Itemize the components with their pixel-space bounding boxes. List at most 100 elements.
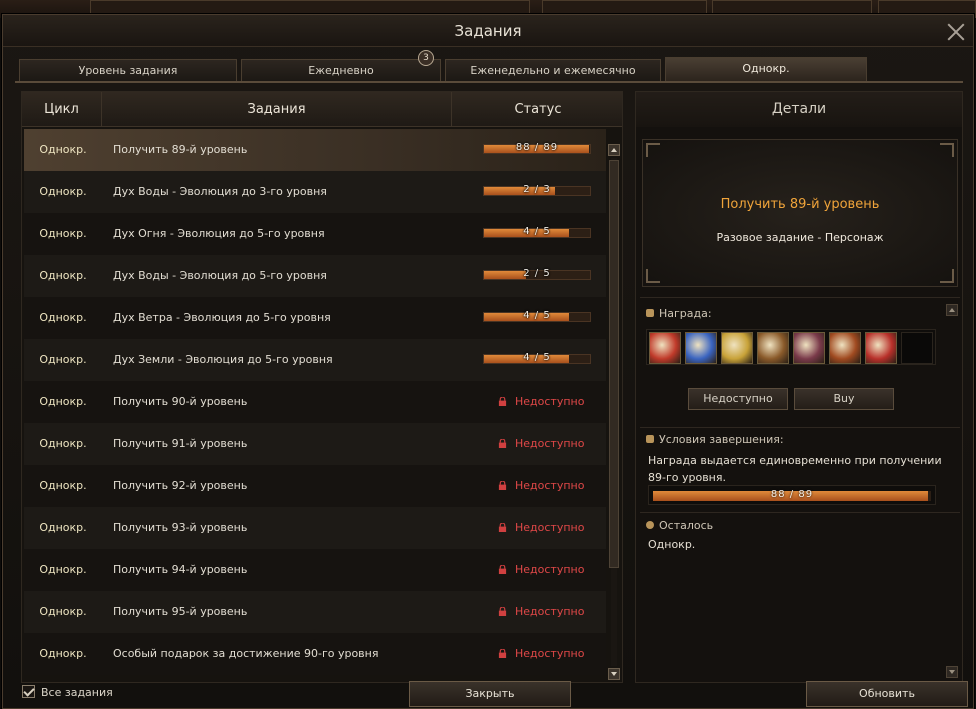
details-scroll-up-icon[interactable] xyxy=(946,304,958,316)
quest-name: Получить 93-й уровень xyxy=(113,521,248,534)
quest-row[interactable]: Однокр. Получить 93-й уровень Недоступно xyxy=(24,507,606,549)
tome-icon[interactable] xyxy=(829,332,861,364)
details-heading: Детали xyxy=(636,92,962,127)
locked-status: Недоступно xyxy=(498,591,584,633)
quest-name: Получить 94-й уровень xyxy=(113,563,248,576)
quest-name: Получить 90-й уровень xyxy=(113,395,248,408)
tab-daily[interactable]: Ежедневно 3 xyxy=(241,50,441,81)
header-status: Статус xyxy=(514,102,562,117)
close-icon[interactable] xyxy=(945,21,967,43)
remaining-label: Осталось xyxy=(646,519,713,532)
progress-text: 4 / 5 xyxy=(523,352,551,363)
pouch-icon xyxy=(646,309,654,317)
ornament-corner xyxy=(646,143,660,157)
quest-row[interactable]: Однокр. Получить 92-й уровень Недоступно xyxy=(24,465,606,507)
unavailable-button[interactable]: Недоступно xyxy=(688,388,788,410)
quest-progress-bar: 4 / 5 xyxy=(483,310,591,322)
quest-cycle: Однокр. xyxy=(39,227,87,240)
quest-cycle: Однокр. xyxy=(39,269,87,282)
remaining-value: Однокр. xyxy=(648,538,696,551)
quest-row[interactable]: Однокр. Получить 91-й уровень Недоступно xyxy=(24,423,606,465)
quest-row[interactable]: Однокр. Дух Земли - Эволюция до 5-го уров… xyxy=(24,339,606,381)
details-scroll-down-icon[interactable] xyxy=(946,666,958,678)
progress-text: 2 / 3 xyxy=(523,184,551,195)
progress-text: 2 / 5 xyxy=(523,268,551,279)
quest-row[interactable]: Однокр. Получить 94-й уровень Недоступно xyxy=(24,549,606,591)
details-panel: Детали Получить 89-й уровень Разовое зад… xyxy=(635,91,963,683)
close-button[interactable]: Закрыть xyxy=(409,681,571,707)
tab-underline xyxy=(15,81,963,83)
quest-cycle: Однокр. xyxy=(39,143,87,156)
quest-name: Дух Воды - Эволюция до 5-го уровня xyxy=(113,269,327,282)
tab-weekly-monthly[interactable]: Еженедельно и ежемесячно xyxy=(445,59,661,81)
notification-badge: 3 xyxy=(418,50,434,66)
locked-status: Недоступно xyxy=(498,423,584,465)
quest-row[interactable]: Однокр. Дух Ветра - Эволюция до 5-го уров… xyxy=(24,297,606,339)
quest-name: Получить 92-й уровень xyxy=(113,479,248,492)
quest-name: Получить 95-й уровень xyxy=(113,605,248,618)
conditions-text: Награда выдается единовременно при получ… xyxy=(648,454,942,484)
status-text: Недоступно xyxy=(515,605,585,618)
quest-cycle: Однокр. xyxy=(39,185,87,198)
reward-label: Награда: xyxy=(646,307,712,320)
status-text: Недоступно xyxy=(515,521,585,534)
quest-cycle: Однокр. xyxy=(39,437,87,450)
status-text: Недоступно xyxy=(515,437,585,450)
refresh-button[interactable]: Обновить xyxy=(806,681,968,707)
quest-name: Дух Земли - Эволюция до 5-го уровня xyxy=(113,353,333,366)
scroll-red-icon[interactable] xyxy=(649,332,681,364)
status-text: Недоступно xyxy=(515,479,585,492)
scroll-brown-icon[interactable] xyxy=(757,332,789,364)
potion-icon[interactable] xyxy=(865,332,897,364)
scroll-thumb[interactable] xyxy=(609,160,619,568)
quest-progress-bar: 2 / 3 xyxy=(483,184,591,196)
locked-status: Недоступно xyxy=(498,465,584,507)
scroll-up-arrow-icon[interactable] xyxy=(608,144,620,156)
header-task: Задания xyxy=(102,92,452,127)
quests-window: Задания Уровень задания Ежедневно 3 Ежен… xyxy=(2,14,974,709)
lock-icon xyxy=(498,439,507,448)
tab-label: Однокр. xyxy=(742,62,790,75)
quest-row[interactable]: Однокр. Получить 90-й уровень Недоступно xyxy=(24,381,606,423)
quest-name: Получить 89-й уровень xyxy=(113,143,248,156)
quest-row[interactable]: Однокр. Дух Воды - Эволюция до 5-го уровн… xyxy=(24,255,606,297)
tab-label: Еженедельно и ежемесячно xyxy=(470,64,636,77)
quest-row[interactable]: Однокр. Получить 95-й уровень Недоступно xyxy=(24,591,606,633)
quest-progress-bar: 2 / 5 xyxy=(483,268,591,280)
scroll-down-arrow-icon[interactable] xyxy=(608,668,620,680)
locked-status: Недоступно xyxy=(498,381,584,423)
all-tasks-checkbox[interactable] xyxy=(22,685,35,698)
conditions-progress-text: 88 / 89 xyxy=(770,489,814,500)
list-header: Цикл Задания Статус xyxy=(22,92,622,127)
clock-icon xyxy=(646,521,654,529)
exp-scroll-icon[interactable] xyxy=(721,332,753,364)
buy-button[interactable]: Buy xyxy=(794,388,894,410)
progress-text: 88 / 89 xyxy=(515,142,559,153)
quest-cycle: Однокр. xyxy=(39,605,87,618)
divider xyxy=(640,427,960,428)
window-title: Задания xyxy=(454,22,522,40)
quest-name: Дух Воды - Эволюция до 3-го уровня xyxy=(113,185,327,198)
reward-label-text: Награда: xyxy=(659,307,712,320)
quest-name: Дух Огня - Эволюция до 5-го уровня xyxy=(113,227,325,240)
quest-cycle: Однокр. xyxy=(39,353,87,366)
locked-status: Недоступно xyxy=(498,633,584,675)
status-text: Недоступно xyxy=(515,647,585,660)
quest-row[interactable]: Однокр. Дух Огня - Эволюция до 5-го уровн… xyxy=(24,213,606,255)
ornament-corner xyxy=(940,269,954,283)
list-scrollbar[interactable] xyxy=(608,144,620,680)
tab-one-time[interactable]: Однокр. xyxy=(665,57,867,81)
divider xyxy=(640,512,960,513)
book-icon[interactable] xyxy=(793,332,825,364)
lock-icon xyxy=(498,523,507,532)
quest-row[interactable]: Однокр. Особый подарок за достижение 90-г… xyxy=(24,633,606,675)
quest-row[interactable]: Однокр. Дух Воды - Эволюция до 3-го уровн… xyxy=(24,171,606,213)
lock-icon xyxy=(498,565,507,574)
conditions-label-text: Условия завершения: xyxy=(659,433,784,446)
tab-quest-level[interactable]: Уровень задания xyxy=(19,59,237,81)
quest-row[interactable]: Однокр. Получить 89-й уровень 88 / 89 xyxy=(24,129,606,171)
scroll-blue-icon[interactable] xyxy=(685,332,717,364)
locked-status: Недоступно xyxy=(498,549,584,591)
quest-name: Особый подарок за достижение 90-го уровн… xyxy=(113,647,379,660)
quest-cycle: Однокр. xyxy=(39,647,87,660)
